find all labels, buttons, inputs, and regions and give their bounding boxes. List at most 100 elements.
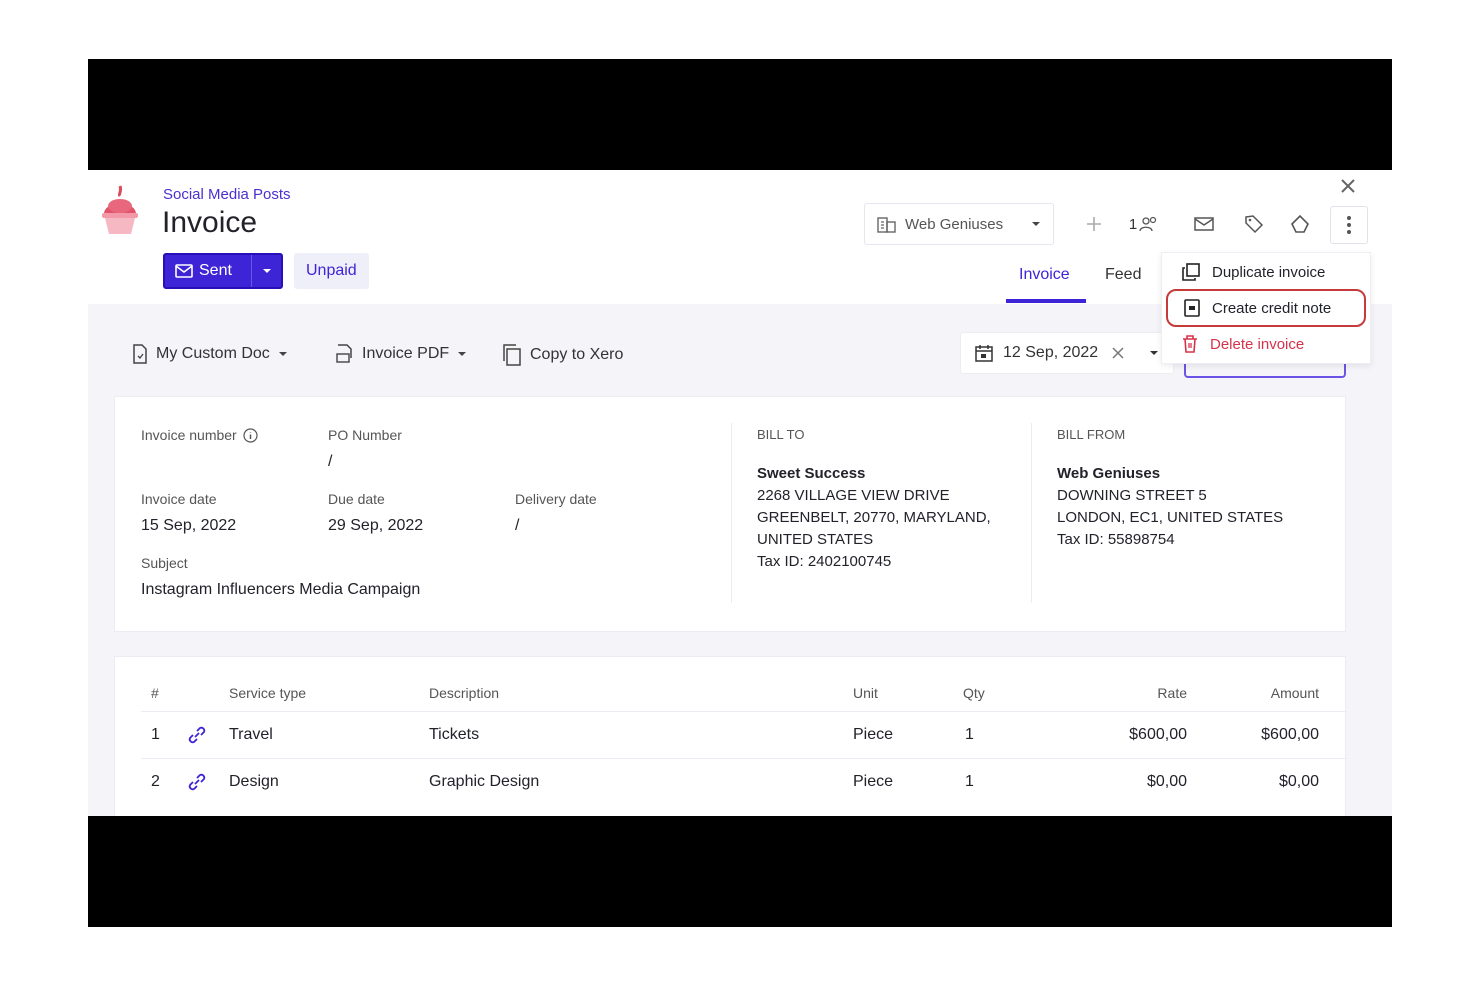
bill-to-line2: GREENBELT, 20770, MARYLAND, — [757, 509, 991, 526]
envelope-icon — [1194, 217, 1214, 231]
email-button[interactable] — [1190, 210, 1218, 238]
pdf-icon — [336, 344, 352, 363]
po-number-value[interactable]: / — [328, 453, 332, 471]
menu-item-duplicate-invoice[interactable]: Duplicate invoice — [1162, 256, 1372, 288]
sent-label: Sent — [199, 262, 232, 279]
mail-icon — [175, 264, 193, 278]
delivery-date-label: Delivery date — [515, 491, 597, 507]
copy-to-xero-button[interactable]: Copy to Xero — [502, 344, 623, 366]
subject-value[interactable]: Instagram Influencers Media Campaign — [141, 581, 420, 599]
row-unit: Piece — [853, 773, 894, 790]
people-icon — [1139, 216, 1157, 232]
followers-button[interactable]: 1 — [1124, 210, 1164, 238]
row-amount: $0,00 — [1278, 773, 1319, 790]
invoice-date-value[interactable]: 15 Sep, 2022 — [141, 517, 236, 535]
bill-from-address: Web Geniuses DOWNING STREET 5 LONDON, EC… — [1057, 463, 1283, 551]
po-number-label: PO Number — [328, 427, 402, 443]
bill-from-label: BILL FROM — [1057, 427, 1126, 442]
more-options-menu: Duplicate invoice Create credit note Del… — [1161, 252, 1371, 364]
due-date-value[interactable]: 29 Sep, 2022 — [328, 517, 423, 535]
row-description: Tickets — [429, 726, 480, 743]
row-qty: 1 — [965, 726, 974, 743]
copy-to-xero-label: Copy to Xero — [530, 346, 624, 363]
tab-feed[interactable]: Feed — [1105, 266, 1141, 284]
invoice-number-label-text: Invoice number — [141, 427, 237, 443]
letterbox-bottom — [88, 816, 1392, 927]
row-service: Design — [229, 773, 279, 790]
link-icon[interactable] — [187, 772, 207, 792]
caret-down-icon — [1150, 351, 1158, 355]
status-badge: Unpaid — [294, 253, 369, 289]
menu-item-delete-invoice[interactable]: Delete invoice — [1162, 328, 1372, 360]
column-header-rate: Rate — [1157, 685, 1187, 701]
date-value: 12 Sep, 2022 — [1003, 344, 1099, 361]
letterbox-top — [88, 59, 1392, 170]
tab-invoice[interactable]: Invoice — [1019, 266, 1070, 284]
invoice-date-label: Invoice date — [141, 491, 217, 507]
table-row[interactable]: 1 Travel Tickets Piece 1 $600,00 $600,00 — [141, 711, 1347, 757]
divider — [731, 423, 732, 603]
caret-down-icon — [458, 352, 467, 356]
sent-dropdown-toggle[interactable] — [252, 255, 281, 287]
building-icon — [877, 217, 896, 233]
divider — [1031, 423, 1032, 603]
column-header-qty: Qty — [963, 685, 985, 701]
column-header-description: Description — [429, 685, 500, 701]
breadcrumb[interactable]: Social Media Posts — [163, 186, 291, 203]
duplicate-icon — [1182, 263, 1200, 281]
invoice-pdf-select[interactable]: Invoice PDF — [336, 344, 467, 364]
sent-main[interactable]: Sent — [165, 255, 251, 287]
caret-down-icon — [1032, 222, 1040, 226]
custom-doc-select[interactable]: My Custom Doc — [132, 344, 288, 364]
bill-to-line3: UNITED STATES — [757, 531, 874, 548]
bill-from-line1: DOWNING STREET 5 — [1057, 487, 1207, 504]
link-icon[interactable] — [187, 725, 207, 745]
invoice-details-card: Invoice number PO Number / Invoice date … — [114, 396, 1346, 632]
bill-to-line1: 2268 VILLAGE VIEW DRIVE — [757, 487, 950, 504]
company-select-value: Web Geniuses — [905, 215, 1004, 233]
credit-note-icon — [1184, 299, 1200, 317]
active-tab-indicator — [1006, 299, 1086, 303]
row-description: Graphic Design — [429, 773, 540, 790]
bill-to-address: Sweet Success 2268 VILLAGE VIEW DRIVE GR… — [757, 463, 991, 573]
more-options-button[interactable] — [1330, 206, 1368, 244]
menu-item-label: Delete invoice — [1210, 335, 1305, 353]
kebab-menu-icon — [1347, 216, 1351, 234]
custom-doc-label: My Custom Doc — [156, 345, 270, 362]
plus-icon — [1087, 217, 1101, 231]
tag-button[interactable] — [1240, 210, 1268, 238]
cupcake-logo-icon — [102, 185, 138, 234]
row-qty: 1 — [965, 773, 974, 790]
invoice-window: Social Media Posts Invoice Sent Unpaid W… — [88, 170, 1392, 816]
row-unit: Piece — [853, 726, 894, 743]
close-icon[interactable] — [1338, 176, 1358, 196]
bill-from-name: Web Geniuses — [1057, 465, 1161, 482]
due-date-label: Due date — [328, 491, 385, 507]
trash-icon — [1183, 335, 1197, 353]
followers-count: 1 — [1128, 215, 1138, 233]
sent-status-button[interactable]: Sent — [163, 253, 283, 289]
row-number: 2 — [151, 773, 160, 790]
bill-to-label: BILL TO — [757, 427, 805, 442]
date-picker[interactable]: 12 Sep, 2022 — [960, 332, 1174, 374]
clear-icon[interactable] — [1112, 347, 1124, 359]
share-icon — [1291, 214, 1309, 233]
caret-down-icon — [278, 352, 287, 356]
info-icon[interactable] — [243, 427, 258, 443]
delivery-date-value[interactable]: / — [515, 517, 519, 535]
page-title: Invoice — [162, 206, 258, 239]
invoice-pdf-label: Invoice PDF — [362, 345, 450, 362]
row-rate: $0,00 — [1146, 773, 1187, 790]
menu-item-create-credit-note[interactable]: Create credit note — [1166, 289, 1366, 327]
column-header-service: Service type — [229, 685, 307, 701]
calendar-icon — [975, 345, 993, 362]
subject-label: Subject — [141, 555, 188, 571]
column-header-number: # — [151, 685, 159, 701]
share-button[interactable] — [1286, 210, 1314, 238]
company-select[interactable]: Web Geniuses — [864, 203, 1054, 245]
table-row[interactable]: 2 Design Graphic Design Piece 1 $0,00 $0… — [141, 758, 1347, 804]
caret-down-icon — [262, 269, 271, 273]
column-header-amount: Amount — [1270, 685, 1319, 701]
add-button[interactable] — [1080, 210, 1108, 238]
menu-item-label: Duplicate invoice — [1212, 263, 1326, 281]
